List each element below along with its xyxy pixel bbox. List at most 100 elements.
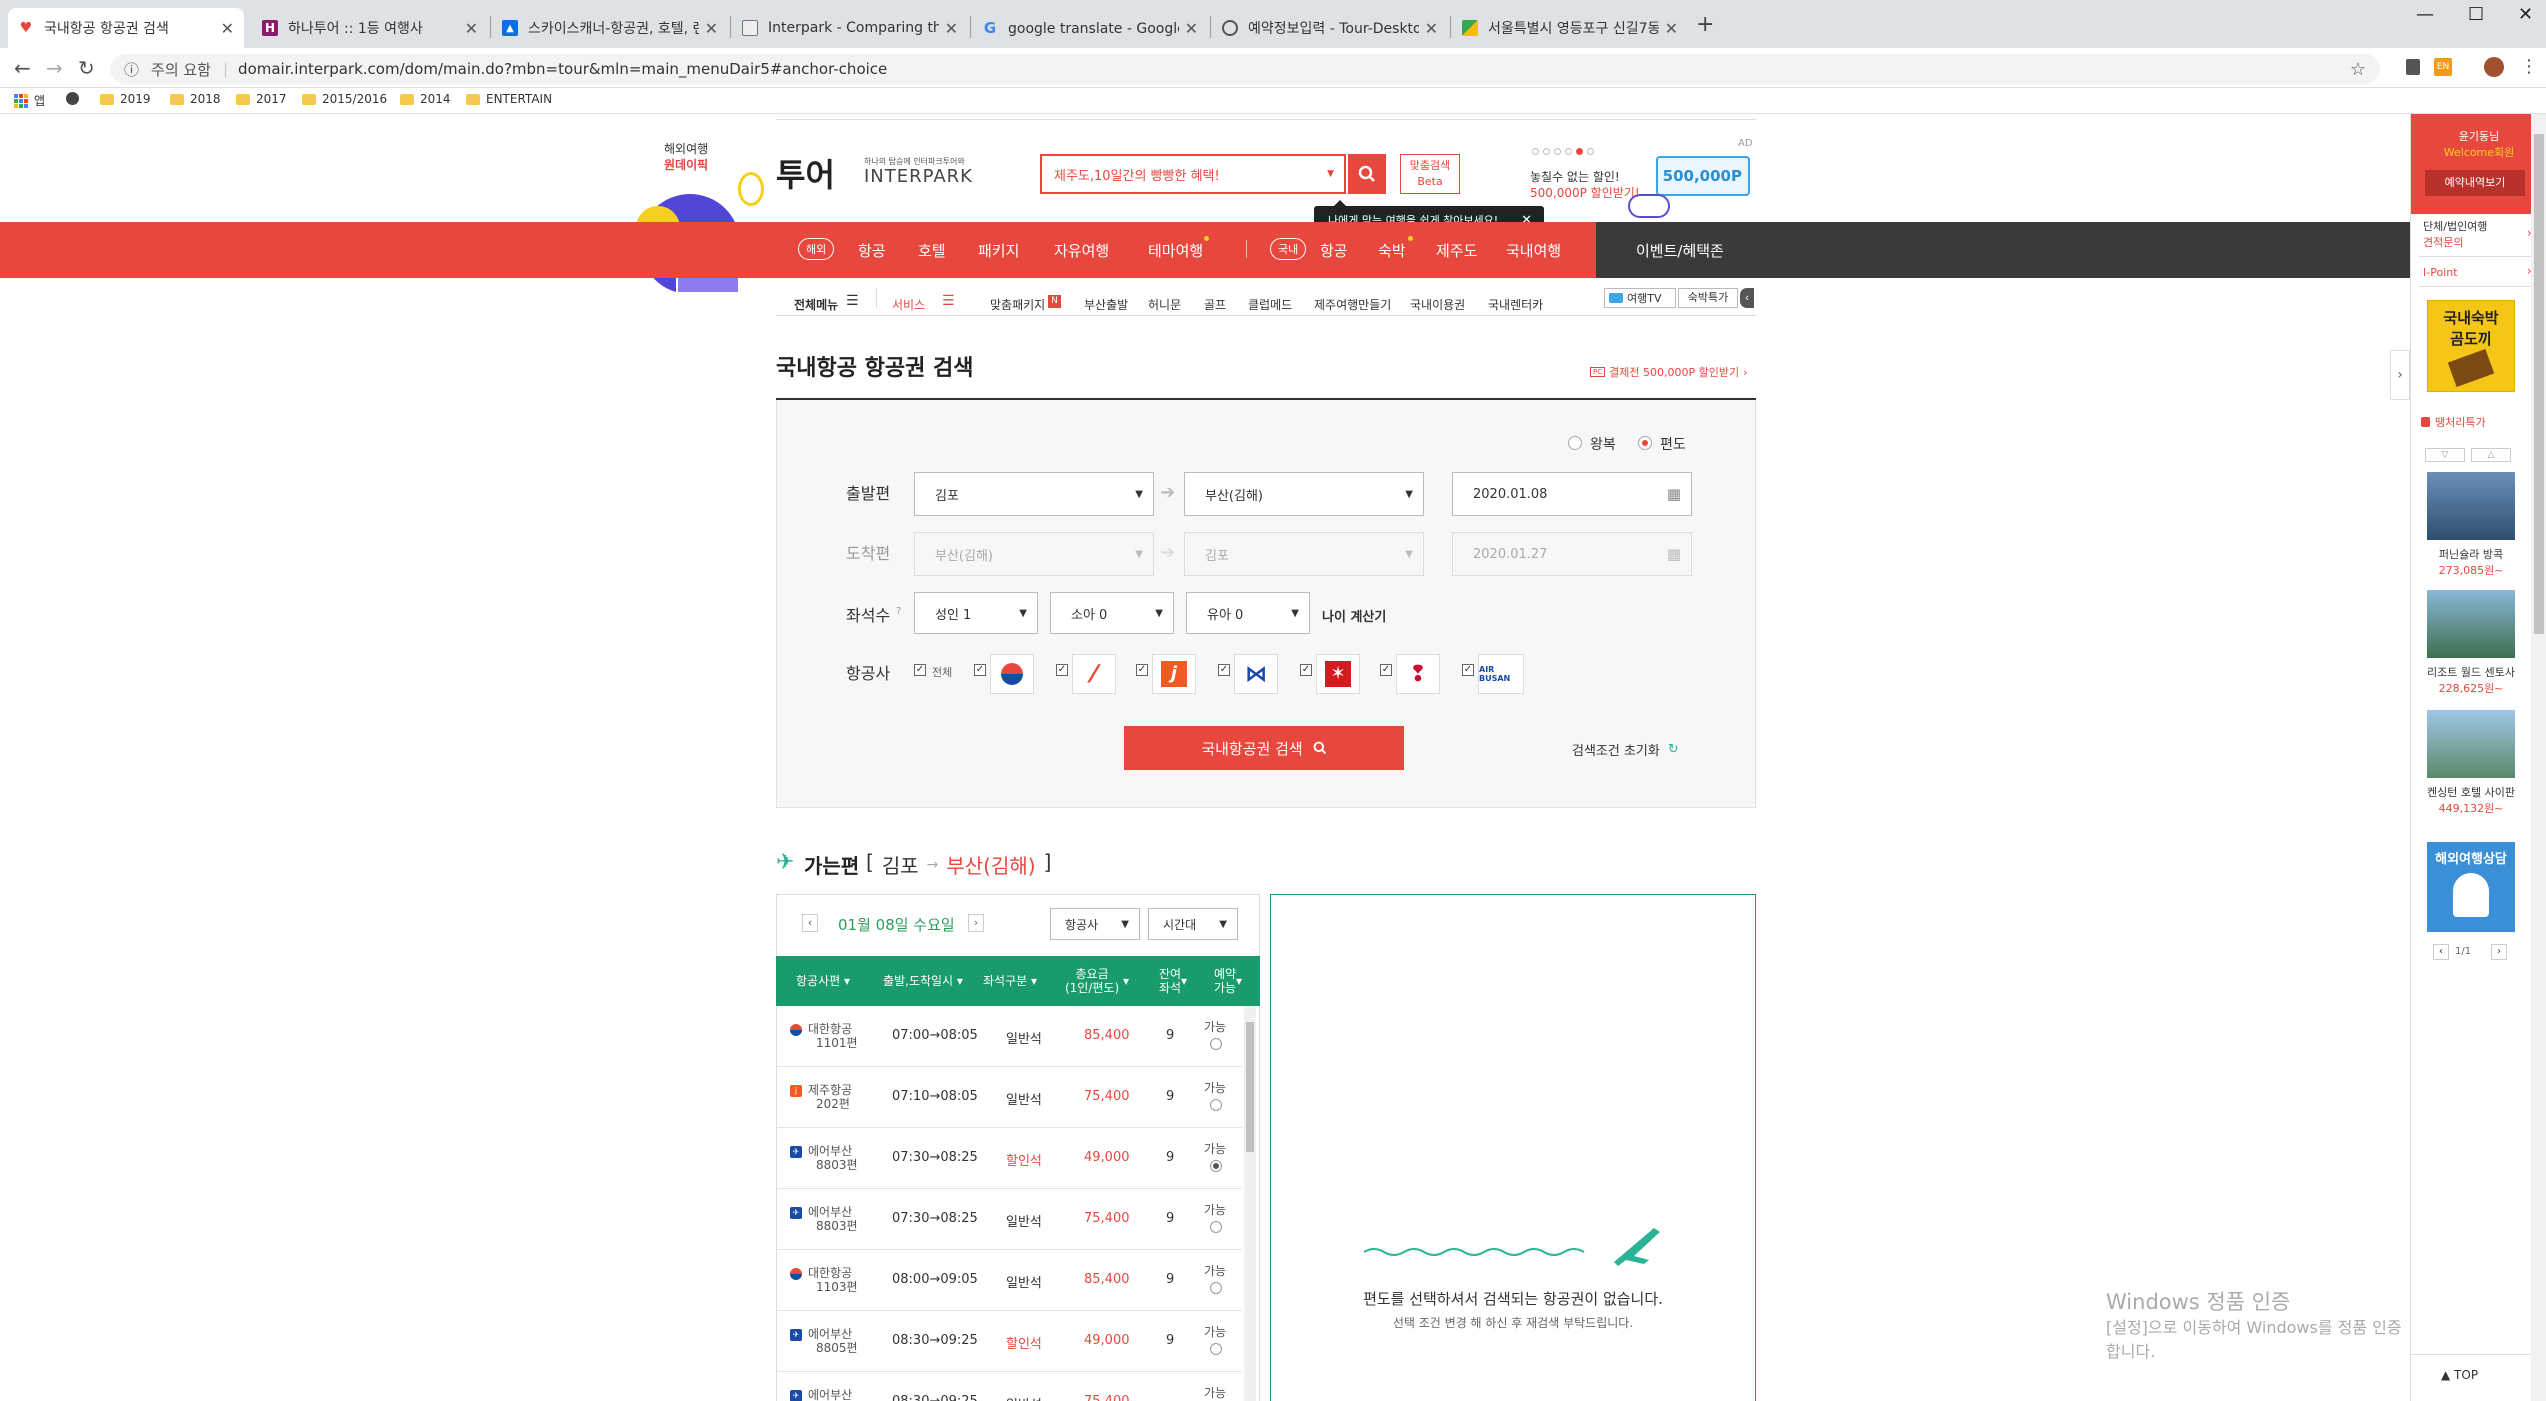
hamburger-icon[interactable]: ☰ [846, 293, 859, 309]
table-row[interactable]: ✈ 에어부산 08:30→09:25 일반석 75,400 가능 [776, 1372, 1242, 1401]
tab-5[interactable]: 예약정보입력 - Tour-Desktop ✕ [1212, 8, 1448, 48]
custom-search-button[interactable]: 맞춤검색 Beta [1400, 154, 1460, 194]
calendar-icon[interactable]: ▦ [1667, 545, 1681, 563]
url-input[interactable]: ⓘ 주의 요함 | domair.interpark.com/dom/main.… [110, 54, 2380, 84]
tab-0[interactable]: ♥ 국내항공 항공권 검색 ✕ [8, 8, 244, 48]
globe-bookmark[interactable] [66, 92, 79, 105]
chevron-down-icon[interactable]: ▼ [1327, 169, 1334, 179]
chevron-left-icon[interactable]: ‹ [1740, 288, 1754, 308]
depart-from-select[interactable]: 김포 ▼ [914, 472, 1154, 516]
select-radio[interactable] [1210, 1038, 1222, 1050]
site-search-input[interactable]: 제주도,10일간의 빵빵한 혜택! ▼ [1040, 154, 1346, 194]
deal-next-button[interactable]: △ [2471, 448, 2511, 462]
bookmark-folder[interactable]: 2017 [236, 92, 287, 106]
return-to-select[interactable]: 김포 ▼ [1184, 532, 1424, 576]
minimize-icon[interactable]: — [2416, 4, 2434, 25]
close-icon[interactable]: ✕ [945, 19, 958, 38]
reset-button[interactable]: 검색조건 초기화 ↻ [1572, 740, 1679, 759]
hotel-name[interactable]: 퍼닌슐라 방콕 [2411, 546, 2531, 562]
header-time[interactable]: 출발,도착일시 ▾ [870, 956, 976, 1006]
submenu-honeymoon[interactable]: 허니문 [1148, 296, 1181, 313]
table-row[interactable]: ✈ 에어부산 8805편 08:30→09:25 할인석 49,000 9 가능 [776, 1311, 1242, 1372]
domestic-stay-banner[interactable]: 국내숙박 곰도끼 [2427, 300, 2515, 392]
infant-select[interactable]: 유아 0 ▼ [1186, 592, 1310, 634]
submenu-domestic-ticket[interactable]: 국내이용권 [1410, 296, 1465, 313]
adult-select[interactable]: 성인 1 ▼ [914, 592, 1038, 634]
airline-checkbox[interactable]: ✓ [1462, 664, 1474, 676]
window-close-icon[interactable]: ✕ [2518, 4, 2533, 25]
gnb-domestic-stay[interactable]: 숙박 [1378, 240, 1406, 261]
service-menu[interactable]: 서비스 [892, 296, 925, 313]
gnb-overseas-theme[interactable]: 테마여행 [1148, 240, 1203, 261]
bookmark-folder[interactable]: 2014 [400, 92, 451, 106]
bookmark-folder[interactable]: 2018 [170, 92, 221, 106]
select-radio[interactable] [1210, 1160, 1222, 1172]
all-menu[interactable]: 전체메뉴 [794, 296, 838, 313]
next-date-button[interactable]: › [968, 914, 984, 932]
bookmark-folder[interactable]: ENTERTAIN [466, 92, 552, 106]
table-row[interactable]: ✈ 에어부산 8803편 07:30→08:25 일반석 75,400 9 가능 [776, 1189, 1242, 1250]
reservation-button[interactable]: 예약내역보기 [2425, 170, 2525, 196]
submenu-custom-package[interactable]: 맞춤패키지 [990, 296, 1045, 313]
ad-badge[interactable]: 500,000P [1656, 156, 1750, 196]
time-filter-select[interactable]: 시간대 ▼ [1148, 908, 1238, 940]
table-row[interactable]: ✈ 에어부산 8803편 07:30→08:25 할인석 49,000 9 가능 [776, 1128, 1242, 1189]
airline-checkbox[interactable]: ✓ [1056, 664, 1068, 676]
gnb-overseas-flight[interactable]: 항공 [858, 240, 886, 261]
header-seats[interactable]: 잔여 좌석 ▾ [1150, 956, 1196, 1006]
header-avail[interactable]: 예약 가능 ▾ [1196, 956, 1260, 1006]
bookmark-folder[interactable]: 2015/2016 [302, 92, 387, 106]
submenu-golf[interactable]: 골프 [1204, 296, 1226, 313]
prev-date-button[interactable]: ‹ [802, 914, 818, 932]
close-icon[interactable]: ✕ [1425, 19, 1438, 38]
airline-checkbox[interactable]: ✓ [1300, 664, 1312, 676]
gnb-overseas-free[interactable]: 자유여행 [1054, 240, 1109, 261]
avatar[interactable] [2484, 57, 2504, 77]
roundtrip-label[interactable]: 왕복 [1590, 434, 1616, 454]
airline-filter-select[interactable]: 항공사 ▼ [1050, 908, 1140, 940]
submenu-rentcar[interactable]: 국내렌터카 [1488, 296, 1543, 313]
child-select[interactable]: 소아 0 ▼ [1050, 592, 1174, 634]
ad-line2[interactable]: 500,000P 할인받기! [1530, 184, 1640, 201]
hotel-image[interactable] [2427, 710, 2515, 778]
header-airline[interactable]: 항공사편 ▾ [776, 956, 870, 1006]
gnb-domestic-flight[interactable]: 항공 [1320, 240, 1348, 261]
close-icon[interactable]: ✕ [705, 19, 718, 38]
select-radio[interactable] [1210, 1343, 1222, 1355]
submenu-busan[interactable]: 부산출발 [1084, 296, 1128, 313]
reload-icon[interactable]: ↻ [78, 56, 95, 80]
submenu-jeju-build[interactable]: 제주여행만들기 [1314, 296, 1391, 313]
return-date-input[interactable]: 2020.01.27 ▦ [1452, 532, 1692, 576]
hamburger-icon[interactable]: ☰ [942, 293, 955, 309]
close-icon[interactable]: ✕ [1185, 19, 1198, 38]
age-calculator-link[interactable]: 나이 계산기 [1322, 606, 1386, 625]
airline-checkbox[interactable]: ✓ [1380, 664, 1392, 676]
gnb-overseas-package[interactable]: 패키지 [978, 240, 1019, 261]
oneway-label[interactable]: 편도 [1660, 434, 1686, 454]
page-scrollbar[interactable] [2531, 114, 2546, 1401]
depart-date-input[interactable]: 2020.01.08 ▦ [1452, 472, 1692, 516]
select-radio[interactable] [1210, 1282, 1222, 1294]
extension-badge-icon[interactable]: EN [2434, 58, 2452, 76]
deal-prev-button[interactable]: ▽ [2425, 448, 2465, 462]
apps-bookmark[interactable]: 앱 [14, 92, 45, 109]
gnb-event[interactable]: 이벤트/혜택존 [1636, 240, 1724, 261]
extension-icon[interactable] [2406, 59, 2420, 75]
bookmark-folder[interactable]: 2019 [100, 92, 151, 106]
results-scrollbar[interactable] [1244, 1006, 1256, 1401]
select-radio[interactable] [1210, 1099, 1222, 1111]
gnb-domestic-travel[interactable]: 국내여행 [1506, 240, 1561, 261]
menu-kebab-icon[interactable]: ⋮ [2520, 56, 2538, 77]
oneway-radio[interactable] [1638, 436, 1652, 450]
table-row[interactable]: 대한항공 1103편 08:00→09:05 일반석 85,400 9 가능 [776, 1250, 1242, 1311]
back-icon[interactable]: ← [14, 56, 31, 80]
tway-logo-icon[interactable]: ✶ [1316, 654, 1360, 694]
search-button[interactable] [1348, 154, 1386, 194]
tab-4[interactable]: G google translate - Google 검색 ✕ [972, 8, 1208, 48]
calendar-icon[interactable]: ▦ [1667, 485, 1681, 503]
close-icon[interactable]: ✕ [1665, 19, 1678, 38]
bookmark-star-icon[interactable]: ☆ [2350, 59, 2366, 80]
airline-checkbox[interactable]: ✓ [1218, 664, 1230, 676]
tab-6[interactable]: 서울특별시 영등포구 신길7동 여 ✕ [1452, 8, 1688, 48]
roundtrip-radio[interactable] [1568, 436, 1582, 450]
